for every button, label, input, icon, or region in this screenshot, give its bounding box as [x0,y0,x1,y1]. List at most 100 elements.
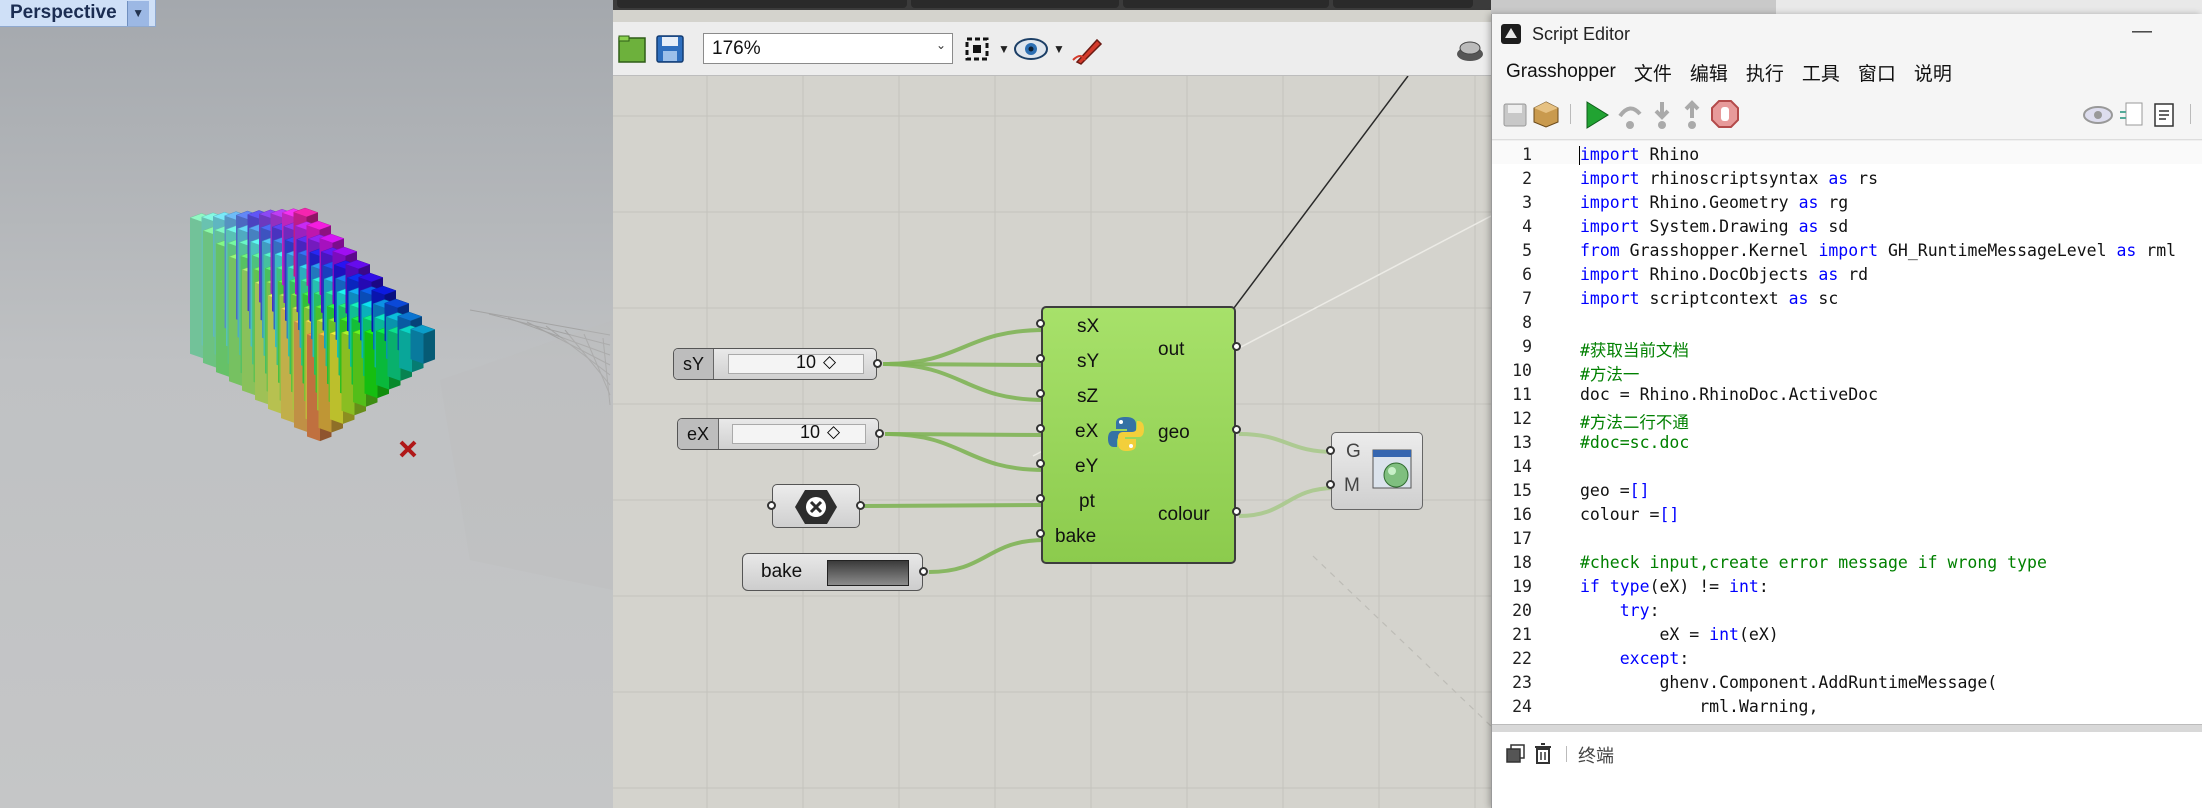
input-grip[interactable] [1326,480,1335,489]
menu-item-run[interactable]: 执行 [1746,59,1784,86]
code-line[interactable]: except: [1580,649,1690,668]
code-line[interactable]: ghenv.Component.AddRuntimeMessage( [1580,673,1997,692]
trash-icon[interactable] [1534,743,1552,765]
sketch-pen-icon[interactable] [1071,34,1105,66]
input-grip[interactable] [767,501,776,510]
input-param-ey[interactable]: eY [1075,456,1098,478]
input-grip[interactable] [1036,389,1045,398]
input-param-sz[interactable]: sZ [1077,386,1098,408]
input-grip[interactable] [1036,459,1045,468]
script-editor-window[interactable]: Script Editor — Grasshopper 文件 编辑 执行 工具 … [1491,14,2202,808]
output-grip[interactable] [873,359,882,368]
triangle-down-icon[interactable]: ▼ [126,0,149,26]
step-over-icon[interactable] [1616,100,1644,130]
code-line[interactable]: import Rhino.Geometry as rg [1580,193,1848,212]
menu-item-grasshopper[interactable]: Grasshopper [1506,61,1616,83]
code-line[interactable]: colour =[] [1580,505,1679,524]
input-grip[interactable] [1036,424,1045,433]
zoom-select[interactable]: 176% ⌄ [703,33,953,64]
code-line[interactable]: import Rhino [1580,145,1699,164]
save-icon[interactable] [1502,102,1528,128]
tab-strip-item[interactable] [1333,0,1473,8]
output-grip[interactable] [1232,342,1241,351]
code-line[interactable]: #获取当前文档 [1580,337,1689,361]
input-param-m[interactable]: M [1344,475,1360,497]
step-into-icon[interactable] [1650,100,1674,130]
code-line[interactable]: #doc=sc.doc [1580,433,1689,452]
input-grip[interactable] [1036,319,1045,328]
output-grip[interactable] [1232,507,1241,516]
code-line[interactable]: if type(eX) != int: [1580,577,1769,596]
code-line[interactable]: import rhinoscriptsyntax as rs [1580,169,1878,188]
zoom-extents-icon[interactable] [961,33,997,65]
slider-track[interactable] [732,424,866,444]
tab-strip-item[interactable] [617,0,907,8]
slider-knob-icon[interactable]: ◇ [823,352,836,372]
output-grip[interactable] [919,567,928,576]
step-out-icon[interactable] [1680,100,1704,130]
editor-titlebar[interactable]: Script Editor — [1492,14,2202,54]
minimize-icon[interactable]: — [2132,20,2152,43]
input-param-g[interactable]: G [1346,441,1361,463]
code-line[interactable]: import scriptcontext as sc [1580,289,1838,308]
input-param-bake[interactable]: bake [1055,526,1096,548]
input-grip[interactable] [1036,354,1045,363]
code-line[interactable]: #check input,create error message if wro… [1580,553,2047,572]
input-grip[interactable] [1036,494,1045,503]
save-file-icon[interactable] [655,34,685,64]
code-line[interactable]: import Rhino.DocObjects as rd [1580,265,1868,284]
code-line[interactable]: #方法二行不通 [1580,409,1689,433]
menu-item-file[interactable]: 文件 [1634,59,1672,86]
input-param-sx[interactable]: sX [1077,316,1099,338]
tab-strip-item[interactable] [1123,0,1329,8]
menu-item-window[interactable]: 窗口 [1858,59,1896,86]
open-file-icon[interactable] [617,34,647,64]
output-param-geo[interactable]: geo [1158,422,1190,444]
menu-item-help[interactable]: 说明 [1914,59,1952,86]
stop-icon[interactable] [1710,99,1740,129]
tab-strip-item[interactable] [911,0,1119,8]
slider-knob-icon[interactable]: ◇ [827,422,840,442]
code-line[interactable]: doc = Rhino.RhinoDoc.ActiveDoc [1580,385,1878,404]
run-play-icon[interactable] [1584,100,1610,130]
output-grip[interactable] [856,501,865,510]
code-line[interactable]: try: [1580,601,1660,620]
number-slider-ex[interactable]: eX 10 ◇ [677,418,884,450]
clipboard-icon[interactable] [2152,100,2176,128]
code-line[interactable]: eX = int(eX) [1580,625,1778,644]
point-parameter[interactable] [767,484,865,528]
input-param-ex[interactable]: eX [1075,421,1098,443]
output-grip[interactable] [1232,425,1241,434]
code-line[interactable]: from Grasshopper.Kernel import GH_Runtim… [1580,241,2176,260]
package-icon[interactable] [1532,100,1560,128]
output-grip[interactable] [875,429,884,438]
code-line[interactable]: import System.Drawing as sd [1580,217,1848,236]
copy-icon[interactable] [1506,744,1526,764]
document-compare-icon[interactable] [2118,100,2144,128]
output-param-colour[interactable]: colour [1158,504,1210,526]
triangle-down-icon[interactable]: ▼ [1053,42,1065,56]
bake-icon[interactable] [1455,36,1485,64]
code-line[interactable]: rml.Warning, [1580,697,1818,716]
viewport-title[interactable]: Perspective ▼ [0,0,156,27]
grasshopper-canvas[interactable]: 176% ⌄ ▼ ▼ sY 10 ◇ eX 10 ◇ bake sX sY sZ… [613,0,1491,808]
triangle-down-icon[interactable]: ▼ [998,42,1010,56]
code-line[interactable]: #方法一 [1580,361,1639,385]
input-param-sy[interactable]: sY [1077,351,1099,373]
editor-splitter[interactable] [1492,724,2202,732]
custom-preview-component[interactable]: G M [1326,432,1423,510]
input-param-pt[interactable]: pt [1079,491,1095,513]
preview-eye-icon[interactable] [2082,104,2114,126]
toggle-switch[interactable] [827,560,909,586]
rhino-viewport[interactable]: Perspective ▼ [0,0,613,808]
number-slider-sy[interactable]: sY 10 ◇ [673,348,882,380]
output-param-out[interactable]: out [1158,339,1184,361]
menu-item-tools[interactable]: 工具 [1802,59,1840,86]
menu-item-edit[interactable]: 编辑 [1690,59,1728,86]
input-grip[interactable] [1326,446,1335,455]
input-grip[interactable] [1036,529,1045,538]
code-editor[interactable]: 1 import Rhino 2 import rhinoscriptsyntax a… [1492,141,2202,724]
code-line[interactable]: geo =[] [1580,481,1650,500]
python-script-component[interactable]: sX sY sZ eX eY pt bake out geo colour [1036,306,1241,564]
boolean-toggle[interactable]: bake [742,553,928,591]
